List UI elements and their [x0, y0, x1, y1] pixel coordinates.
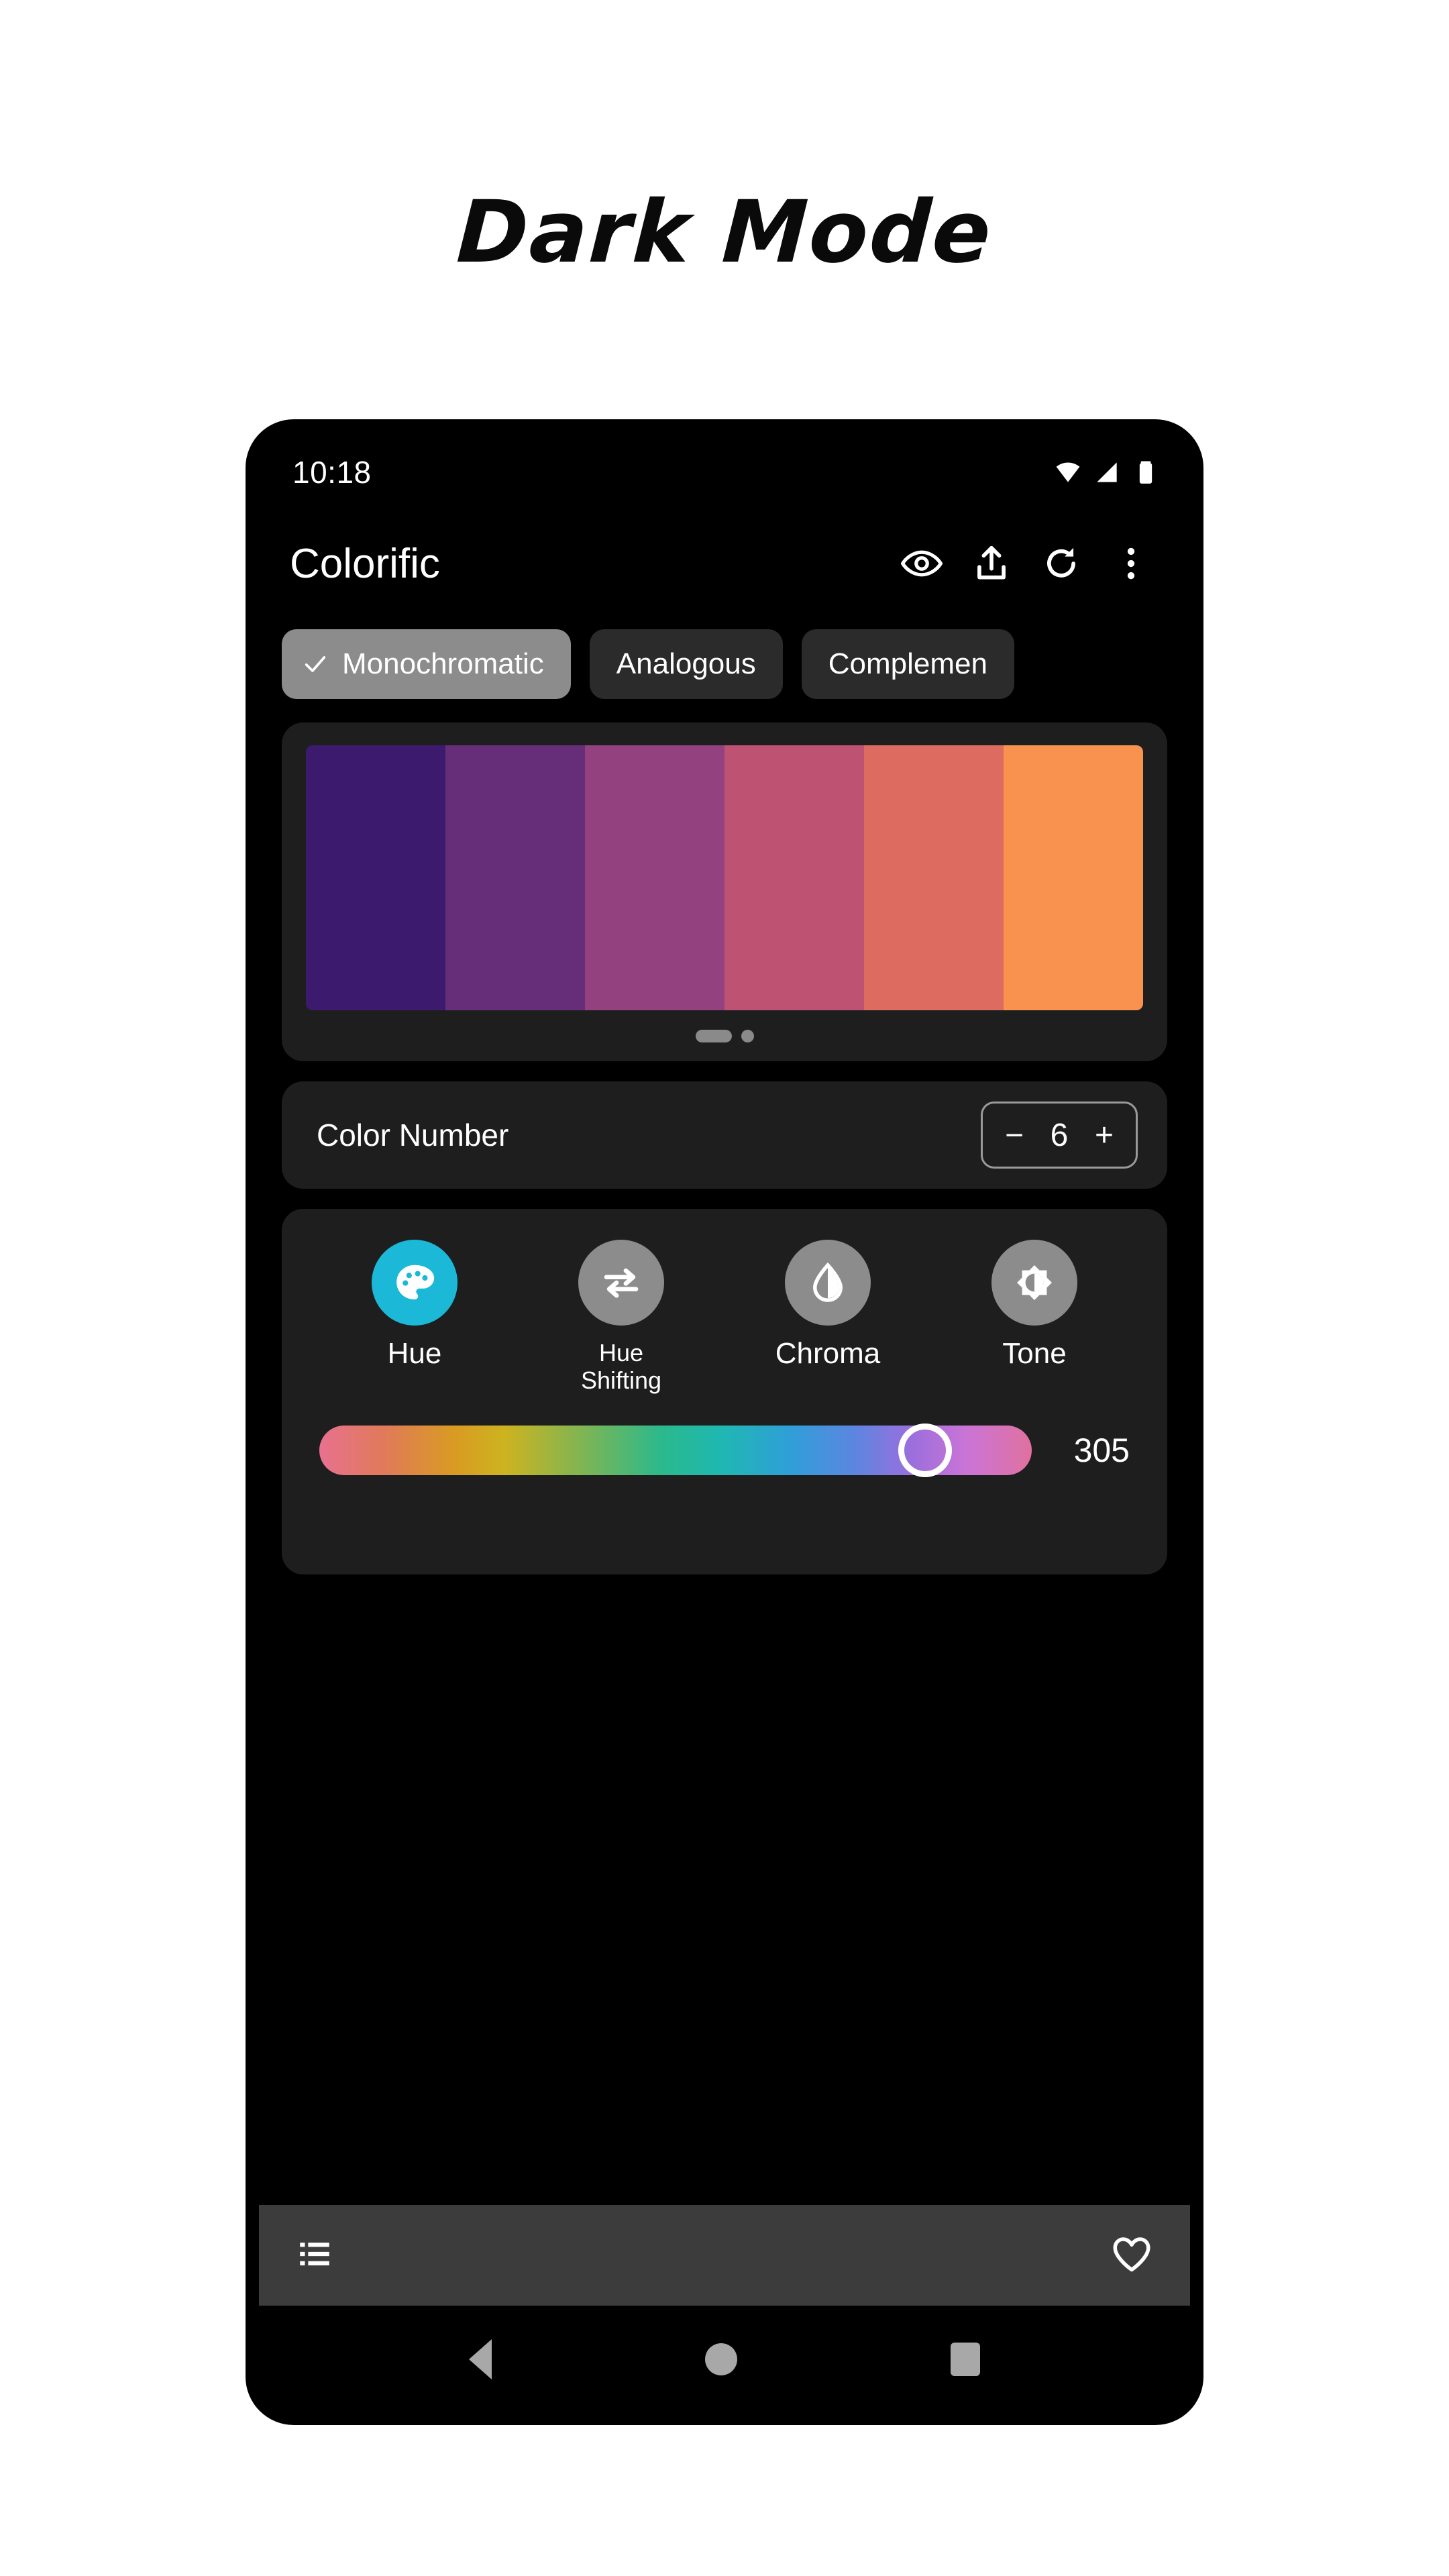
color-swatch[interactable]: [1004, 745, 1143, 1010]
color-swatch[interactable]: [724, 745, 864, 1010]
tool-hue-label: Hue: [387, 1337, 442, 1370]
color-number-card: Color Number − 6 +: [282, 1081, 1167, 1189]
export-share-icon: [977, 545, 1006, 580]
hue-slider-thumb[interactable]: [898, 1423, 952, 1477]
palette-card: [282, 722, 1167, 1061]
tool-hue-shifting[interactable]: Hue Shifting: [551, 1240, 692, 1395]
home-circle-icon[interactable]: [705, 2343, 737, 2375]
page-indicator-dot[interactable]: [741, 1029, 754, 1042]
page-indicator-active[interactable]: [695, 1029, 732, 1042]
app-title: Colorific: [290, 540, 440, 587]
bottom-app-bar: [259, 2205, 1190, 2306]
phone-frame: 10:18 Colorific Monochromatic Analogous …: [246, 419, 1203, 2425]
tool-label-line2: Shifting: [580, 1366, 662, 1395]
color-number-value: 6: [1050, 1117, 1069, 1153]
status-icon-group: [1053, 458, 1161, 487]
palette-icon: [396, 1265, 435, 1300]
chip-label: Analogous: [616, 647, 756, 680]
preview-eye-button[interactable]: [888, 530, 955, 597]
palette-swatch-strip[interactable]: [306, 745, 1143, 1010]
tool-chroma-circle[interactable]: [785, 1240, 871, 1326]
tool-tone-label: Tone: [1002, 1337, 1067, 1370]
tool-tone-circle[interactable]: [991, 1240, 1077, 1326]
refresh-button[interactable]: [1028, 530, 1095, 597]
hue-slider-row: 305: [311, 1423, 1138, 1477]
list-icon: [300, 2242, 329, 2265]
favorite-button[interactable]: [1110, 2232, 1154, 2279]
page-title: Dark Mode: [454, 182, 995, 282]
android-nav-bar: [255, 2306, 1194, 2413]
color-swatch[interactable]: [864, 745, 1004, 1010]
tool-hue-shifting-circle[interactable]: [578, 1240, 664, 1326]
status-clock: 10:18: [292, 455, 372, 490]
tool-label-line1: Hue: [598, 1339, 644, 1366]
water-drop-half-icon: [812, 1262, 843, 1302]
decrement-button[interactable]: −: [991, 1103, 1038, 1167]
increment-button[interactable]: +: [1081, 1103, 1128, 1167]
tool-chroma[interactable]: Chroma: [757, 1240, 898, 1368]
page-indicator: [306, 1010, 1143, 1061]
export-share-button[interactable]: [958, 530, 1025, 597]
app-bar: Colorific: [255, 513, 1194, 614]
tool-tone[interactable]: Tone: [964, 1240, 1105, 1368]
refresh-icon: [1047, 547, 1075, 578]
tool-chroma-label: Chroma: [775, 1337, 881, 1370]
tool-row: Hue Hue Shifting Chroma Tone: [311, 1240, 1138, 1395]
color-number-label: Color Number: [317, 1118, 509, 1152]
hue-slider-value: 305: [1073, 1431, 1130, 1469]
chip-label: Complemen: [828, 647, 987, 680]
color-swatch[interactable]: [445, 745, 585, 1010]
preview-eye-icon: [901, 550, 943, 577]
poster-root: Dark Mode 10:18 Colorific Monochromatic …: [0, 0, 1449, 2576]
overflow-menu-button[interactable]: [1097, 530, 1165, 597]
chip-monochromatic[interactable]: Monochromatic: [282, 629, 571, 699]
chip-analogous[interactable]: Analogous: [589, 629, 783, 699]
wifi-icon: [1056, 462, 1080, 482]
battery-icon: [1139, 461, 1152, 484]
tool-hue[interactable]: Hue: [344, 1240, 485, 1368]
chip-label: Monochromatic: [342, 647, 544, 680]
color-swatch[interactable]: [585, 745, 724, 1010]
back-triangle-icon[interactable]: [469, 2339, 492, 2379]
saved-list-button[interactable]: [295, 2235, 334, 2277]
status-bar: 10:18: [255, 431, 1194, 513]
tools-card: Hue Hue Shifting Chroma Tone 305: [282, 1209, 1167, 1574]
brightness-half-icon: [1017, 1265, 1052, 1300]
color-swatch[interactable]: [306, 745, 445, 1010]
cellular-signal-icon: [1097, 462, 1117, 482]
recents-square-icon[interactable]: [951, 2343, 980, 2376]
overflow-menu-icon: [1127, 547, 1135, 580]
heart-outline-icon: [1113, 2237, 1150, 2271]
check-icon: [302, 651, 329, 678]
chip-complementary[interactable]: Complemen: [801, 629, 1014, 699]
phone-screen: 10:18 Colorific Monochromatic Analogous …: [255, 431, 1194, 2413]
tool-hue-shifting-label: Hue Shifting: [581, 1339, 661, 1395]
color-number-stepper[interactable]: − 6 +: [981, 1102, 1138, 1169]
tool-hue-circle[interactable]: [372, 1240, 458, 1326]
swap-arrows-icon: [604, 1268, 639, 1298]
app-bar-actions: [888, 530, 1165, 597]
hue-slider[interactable]: [319, 1423, 1032, 1477]
harmony-chip-row[interactable]: Monochromatic Analogous Complemen: [255, 614, 1194, 714]
